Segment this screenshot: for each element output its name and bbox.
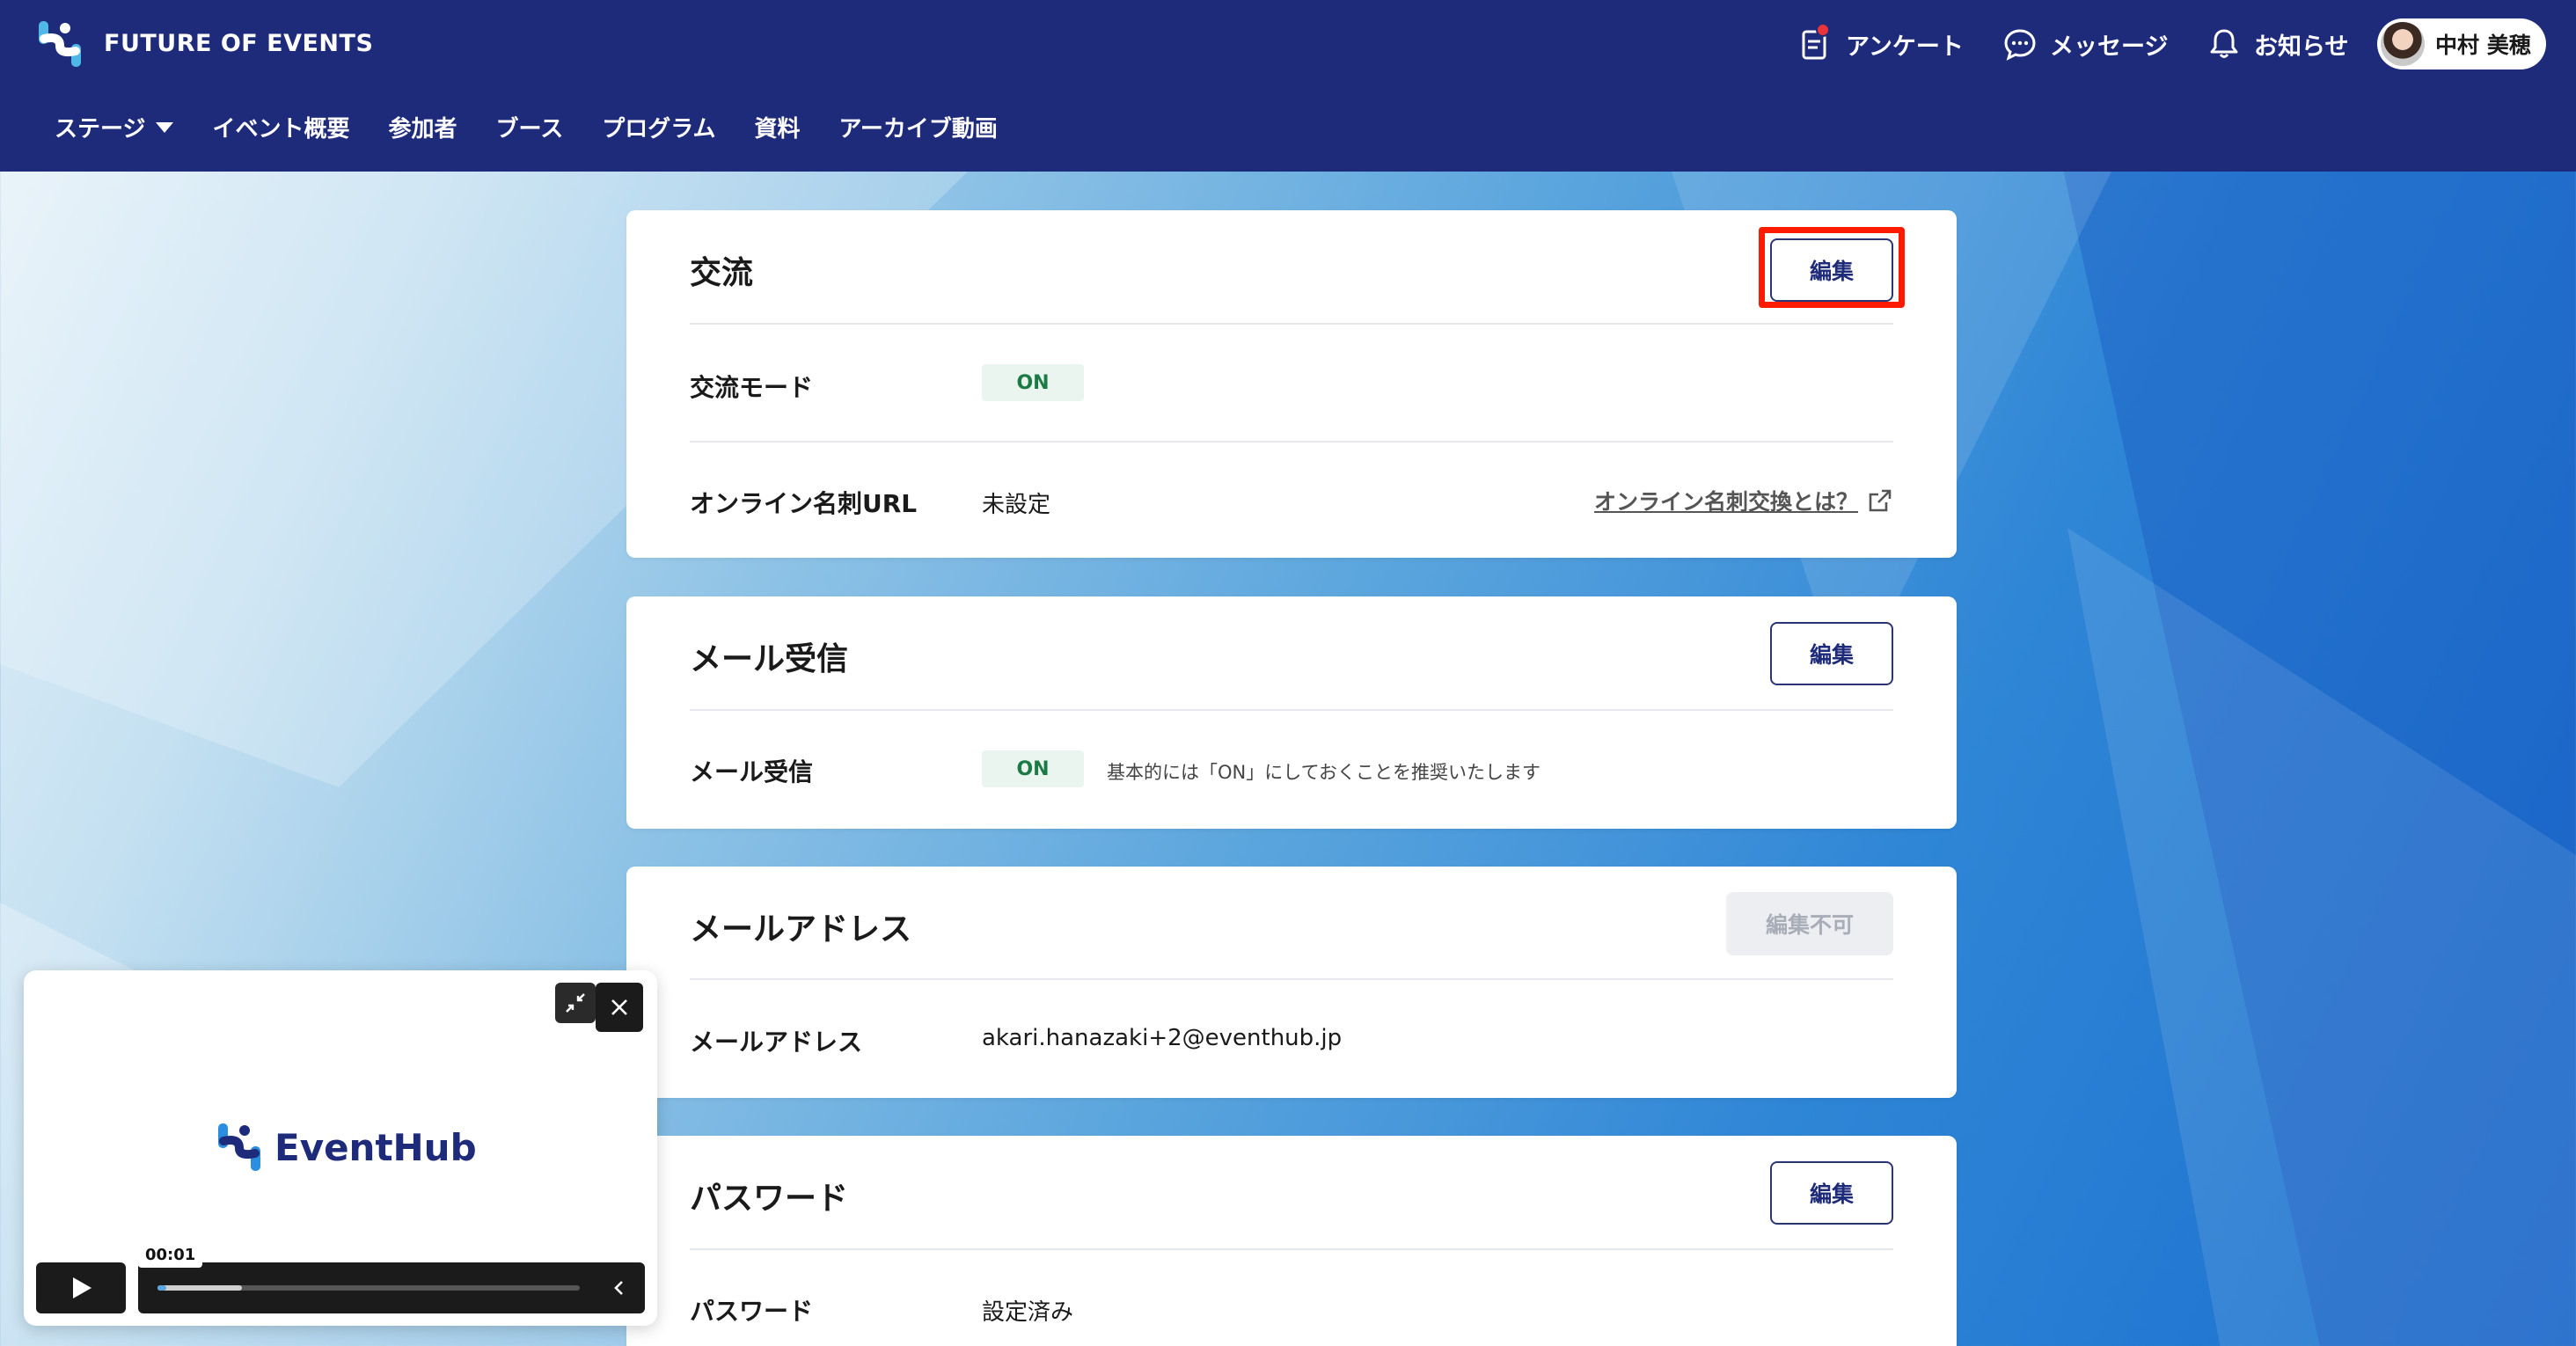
online-card-url-value: 未設定 bbox=[982, 492, 1051, 518]
divider bbox=[690, 978, 1893, 980]
buffered-bar bbox=[157, 1285, 242, 1291]
caret-down-icon bbox=[156, 121, 174, 133]
eventhub-logo-icon bbox=[218, 1123, 260, 1171]
nav-item-label: ステージ bbox=[55, 116, 146, 143]
exchange-mode-label: 交流モード bbox=[690, 373, 814, 402]
mail-receive-section: メール受信 編集 メール受信 ON 基本的には「ON」にしておくことを推奨いたし… bbox=[626, 596, 1957, 829]
nav-item-materials[interactable]: 資料 bbox=[754, 111, 800, 143]
notification-dot bbox=[1816, 23, 1830, 37]
close-player-button[interactable] bbox=[596, 983, 643, 1032]
nav-item-stage[interactable]: ステージ bbox=[55, 111, 174, 143]
divider bbox=[690, 441, 1893, 443]
exchange-section: 交流 編集 交流モード ON オンライン名刺URL 未設定 オンライン名刺交換と… bbox=[626, 210, 1957, 558]
email-value: akari.hanazaki+2@eventhub.jp bbox=[982, 1025, 1343, 1051]
section-title: パスワード bbox=[690, 1181, 849, 1217]
divider bbox=[690, 323, 1893, 325]
player-control-bar bbox=[138, 1262, 645, 1313]
exchange-mode-status-badge: ON bbox=[982, 364, 1084, 401]
nav-item-overview[interactable]: イベント概要 bbox=[212, 111, 349, 143]
eventhub-player-logo: EventHub bbox=[215, 1122, 477, 1173]
user-name: 中村 美穂 bbox=[2435, 33, 2531, 58]
email-edit-disabled-button: 編集不可 bbox=[1726, 892, 1893, 955]
survey-button[interactable]: アンケート bbox=[1798, 23, 1964, 62]
mini-video-player: EventHub 00:01 bbox=[24, 970, 657, 1326]
password-label: パスワード bbox=[690, 1297, 814, 1326]
divider bbox=[690, 1248, 1893, 1250]
password-value: 設定済み bbox=[982, 1299, 1074, 1326]
progress-track[interactable] bbox=[157, 1285, 580, 1291]
mail-receive-edit-button[interactable]: 編集 bbox=[1770, 622, 1893, 685]
close-icon bbox=[611, 999, 627, 1015]
eventhub-logo-icon[interactable] bbox=[35, 19, 84, 69]
section-title: メールアドレス bbox=[690, 911, 912, 947]
messages-button[interactable]: メッセージ bbox=[2002, 26, 2168, 62]
clipboard-icon bbox=[1798, 23, 1833, 62]
password-section: パスワード 編集 パスワード 設定済み bbox=[626, 1136, 1957, 1346]
chat-bubble-icon bbox=[2002, 26, 2038, 62]
nav-item-participants[interactable]: 参加者 bbox=[389, 111, 457, 143]
nav-item-booths[interactable]: ブース bbox=[496, 111, 564, 143]
exit-fullscreen-button[interactable] bbox=[555, 983, 596, 1023]
exchange-edit-button[interactable]: 編集 bbox=[1770, 238, 1893, 302]
online-card-url-label: オンライン名刺URL bbox=[690, 489, 918, 518]
survey-label: アンケート bbox=[1846, 33, 1964, 61]
current-time-tooltip: 00:01 bbox=[138, 1241, 203, 1268]
chevron-left-icon bbox=[614, 1281, 623, 1295]
email-section: メールアドレス 編集不可 メールアドレス akari.hanazaki+2@ev… bbox=[626, 867, 1957, 1098]
avatar bbox=[2381, 22, 2425, 66]
played-bar bbox=[157, 1285, 166, 1291]
notifications-label: お知らせ bbox=[2254, 33, 2349, 61]
section-title: メール受信 bbox=[690, 641, 849, 677]
player-logo-text: EventHub bbox=[274, 1125, 477, 1169]
minimize-arrows-icon bbox=[566, 993, 585, 1013]
password-edit-button[interactable]: 編集 bbox=[1770, 1161, 1893, 1225]
user-menu-button[interactable]: 中村 美穂 bbox=[2377, 18, 2546, 69]
email-label: メールアドレス bbox=[690, 1028, 863, 1057]
divider bbox=[690, 709, 1893, 711]
main-nav: ステージ イベント概要 参加者 ブース プログラム 資料 アーカイブ動画 bbox=[55, 111, 1036, 143]
play-button[interactable] bbox=[36, 1262, 126, 1313]
play-icon bbox=[73, 1277, 91, 1298]
collapse-controls-button[interactable] bbox=[606, 1275, 633, 1301]
mail-receive-hint: 基本的には「ON」にしておくことを推奨いたします bbox=[1107, 762, 1540, 783]
top-header: FUTURE OF EVENTS ステージ イベント概要 参加者 ブース プログ… bbox=[0, 0, 2576, 172]
messages-label: メッセージ bbox=[2050, 33, 2169, 61]
mail-receive-label: メール受信 bbox=[690, 757, 814, 786]
nav-item-program[interactable]: プログラム bbox=[602, 111, 715, 143]
help-link-text: オンライン名刺交換とは？ bbox=[1593, 489, 1858, 515]
section-title: 交流 bbox=[690, 255, 754, 291]
brand-name[interactable]: FUTURE OF EVENTS bbox=[104, 30, 373, 57]
mail-receive-status-badge: ON bbox=[982, 750, 1084, 787]
notifications-button[interactable]: お知らせ bbox=[2206, 26, 2348, 62]
online-card-help-link[interactable]: オンライン名刺交換とは？ bbox=[1594, 485, 1893, 516]
bell-icon bbox=[2206, 26, 2242, 62]
nav-item-archive-videos[interactable]: アーカイブ動画 bbox=[838, 111, 997, 143]
external-link-icon bbox=[1869, 489, 1892, 512]
